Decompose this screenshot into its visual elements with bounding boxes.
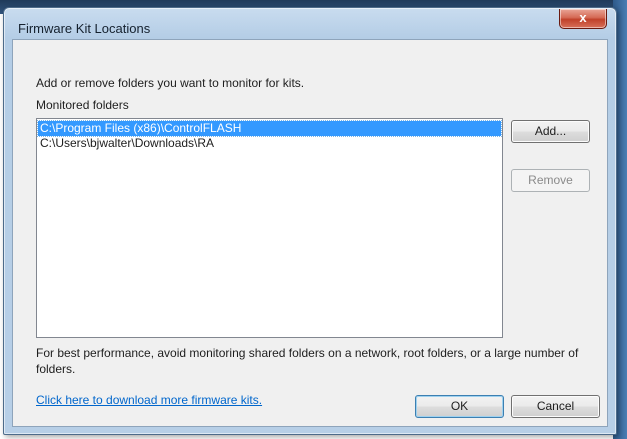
cancel-button[interactable]: Cancel bbox=[511, 395, 600, 418]
close-button[interactable]: x bbox=[559, 9, 607, 29]
intro-text: Add or remove folders you want to monito… bbox=[36, 76, 305, 90]
window-title: Firmware Kit Locations bbox=[18, 21, 151, 36]
performance-note: For best performance, avoid monitoring s… bbox=[36, 346, 579, 376]
monitored-folders-label: Monitored folders bbox=[36, 98, 129, 112]
add-button[interactable]: Add... bbox=[511, 120, 590, 143]
dialog-window: Firmware Kit Locations x Add or remove f… bbox=[3, 7, 617, 435]
ok-button[interactable]: OK bbox=[415, 395, 504, 418]
download-firmware-link[interactable]: Click here to download more firmware kit… bbox=[36, 393, 262, 407]
list-item[interactable]: C:\Program Files (x86)\ControlFLASH bbox=[37, 120, 502, 137]
dialog-client-area: Add or remove folders you want to monito… bbox=[12, 39, 608, 427]
list-item[interactable]: C:\Users\bjwalter\Downloads\RA bbox=[38, 136, 501, 151]
remove-button[interactable]: Remove bbox=[511, 169, 590, 192]
monitored-folders-list[interactable]: C:\Program Files (x86)\ControlFLASH C:\U… bbox=[36, 118, 503, 338]
